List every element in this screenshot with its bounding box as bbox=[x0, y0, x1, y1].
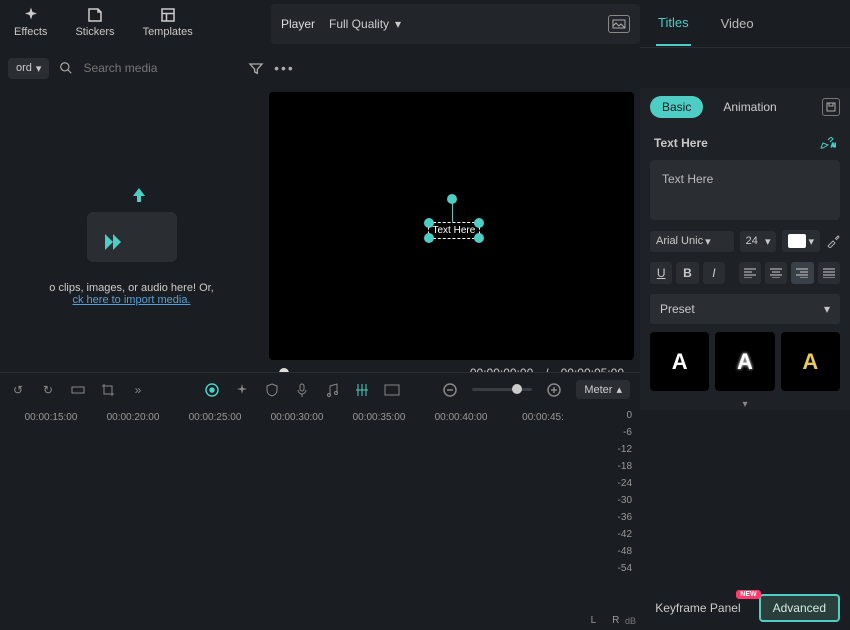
bold-button[interactable]: B bbox=[676, 262, 698, 284]
meter-right: R bbox=[612, 615, 619, 626]
tab-label: Effects bbox=[14, 26, 47, 38]
meter-left: L bbox=[591, 615, 597, 626]
templates-icon bbox=[159, 6, 177, 24]
music-button[interactable] bbox=[324, 382, 340, 398]
align-left-button[interactable] bbox=[739, 262, 761, 284]
filmora-logo-icon bbox=[101, 230, 125, 254]
more-icon[interactable]: ••• bbox=[274, 58, 294, 78]
import-hint: o clips, images, or audio here! Or, ck h… bbox=[49, 282, 213, 306]
text-section-title: Text Here bbox=[654, 136, 708, 150]
redo-button[interactable]: ↻ bbox=[40, 382, 56, 398]
meter-toggle[interactable]: Meter ▴ bbox=[576, 380, 630, 399]
properties-panel: Basic Animation Text Here AI Text Here A… bbox=[640, 88, 850, 410]
mic-button[interactable] bbox=[294, 382, 310, 398]
import-link[interactable]: ck here to import media. bbox=[73, 294, 191, 306]
clip-button[interactable] bbox=[70, 382, 86, 398]
align-right-button[interactable] bbox=[791, 262, 813, 284]
chevron-down-icon: ▾ bbox=[824, 302, 830, 316]
crop-tl-button[interactable] bbox=[100, 382, 116, 398]
preset-dropdown[interactable]: Preset ▾ bbox=[650, 294, 840, 324]
ai-edit-button[interactable]: AI bbox=[820, 137, 836, 149]
zoom-slider[interactable] bbox=[472, 388, 532, 391]
preset-tile-2[interactable]: A bbox=[715, 332, 774, 391]
expand-presets[interactable]: ▾ bbox=[640, 399, 850, 410]
keyframe-panel-button[interactable]: Keyframe Panel NEW bbox=[647, 596, 748, 620]
save-icon bbox=[826, 102, 836, 112]
quality-dropdown[interactable]: Full Quality ▾ bbox=[329, 17, 401, 31]
sparkle-button[interactable] bbox=[234, 382, 250, 398]
expand-button[interactable]: » bbox=[130, 382, 146, 398]
import-dropzone[interactable] bbox=[87, 192, 177, 262]
image-icon bbox=[612, 19, 626, 29]
text-input[interactable]: Text Here bbox=[650, 160, 840, 220]
timeline: ↺ ↻ » Meter ▴ 00:00:15:00 00:00:20:00 00… bbox=[0, 372, 640, 630]
undo-button[interactable]: ↺ bbox=[10, 382, 26, 398]
aspect-button[interactable] bbox=[384, 382, 400, 398]
sparkle-icon bbox=[22, 6, 40, 24]
chevron-up-icon: ▴ bbox=[616, 383, 622, 396]
snapshot-button[interactable] bbox=[608, 15, 630, 33]
advanced-button[interactable]: Advanced bbox=[759, 594, 840, 622]
align-center-button[interactable] bbox=[765, 262, 787, 284]
align-justify-button[interactable] bbox=[818, 262, 840, 284]
media-panel: o clips, images, or audio here! Or, ck h… bbox=[0, 88, 263, 410]
tab-video[interactable]: Video bbox=[719, 2, 756, 45]
zoom-in-button[interactable] bbox=[546, 382, 562, 398]
eyedropper-button[interactable] bbox=[826, 234, 840, 248]
timeline-ruler[interactable]: 00:00:15:00 00:00:20:00 00:00:25:00 00:0… bbox=[0, 406, 640, 429]
audio-meter: 0 -6 -12 -18 -24 -30 -36 -42 -48 -54 L R… bbox=[570, 406, 640, 630]
subtab-basic[interactable]: Basic bbox=[650, 96, 703, 118]
chevron-down-icon: ▾ bbox=[395, 17, 401, 31]
tab-titles[interactable]: Titles bbox=[656, 1, 691, 46]
chevron-down-icon: ▾ bbox=[36, 62, 42, 75]
subtab-animation[interactable]: Animation bbox=[711, 96, 788, 118]
media-filter-dropdown[interactable]: ord ▾ bbox=[8, 58, 49, 79]
underline-button[interactable]: U bbox=[650, 262, 672, 284]
eyedropper-icon bbox=[826, 234, 840, 248]
save-preset-button[interactable] bbox=[822, 98, 840, 116]
sticker-icon bbox=[86, 6, 104, 24]
font-color-picker[interactable]: ▾ bbox=[782, 230, 820, 252]
shield-button[interactable] bbox=[264, 382, 280, 398]
tab-templates[interactable]: Templates bbox=[143, 6, 193, 38]
ai-button[interactable] bbox=[204, 382, 220, 398]
player-label: Player bbox=[281, 17, 315, 31]
preset-tile-3[interactable]: A bbox=[781, 332, 840, 391]
color-swatch bbox=[788, 234, 806, 248]
tab-label: Stickers bbox=[75, 26, 114, 38]
tab-stickers[interactable]: Stickers bbox=[75, 6, 114, 38]
preset-tile-1[interactable]: A bbox=[650, 332, 709, 391]
pencil-ai-icon: AI bbox=[820, 137, 836, 149]
canvas-text[interactable]: Text Here bbox=[428, 222, 481, 239]
svg-text:AI: AI bbox=[831, 143, 836, 149]
tab-effects[interactable]: Effects bbox=[14, 6, 47, 38]
download-arrow-icon bbox=[127, 186, 151, 210]
preview-canvas[interactable]: Text Here bbox=[269, 92, 634, 360]
filter-icon[interactable] bbox=[248, 58, 264, 78]
font-family-dropdown[interactable]: Arial Unic▾ bbox=[650, 231, 734, 252]
magnet-button[interactable] bbox=[354, 382, 370, 398]
italic-button[interactable]: I bbox=[703, 262, 725, 284]
search-icon bbox=[59, 58, 73, 78]
tab-label: Templates bbox=[143, 26, 193, 38]
search-input[interactable] bbox=[83, 61, 238, 75]
zoom-out-button[interactable] bbox=[442, 382, 458, 398]
new-badge: NEW bbox=[736, 590, 760, 599]
font-size-dropdown[interactable]: 24 ▾ bbox=[740, 231, 777, 252]
